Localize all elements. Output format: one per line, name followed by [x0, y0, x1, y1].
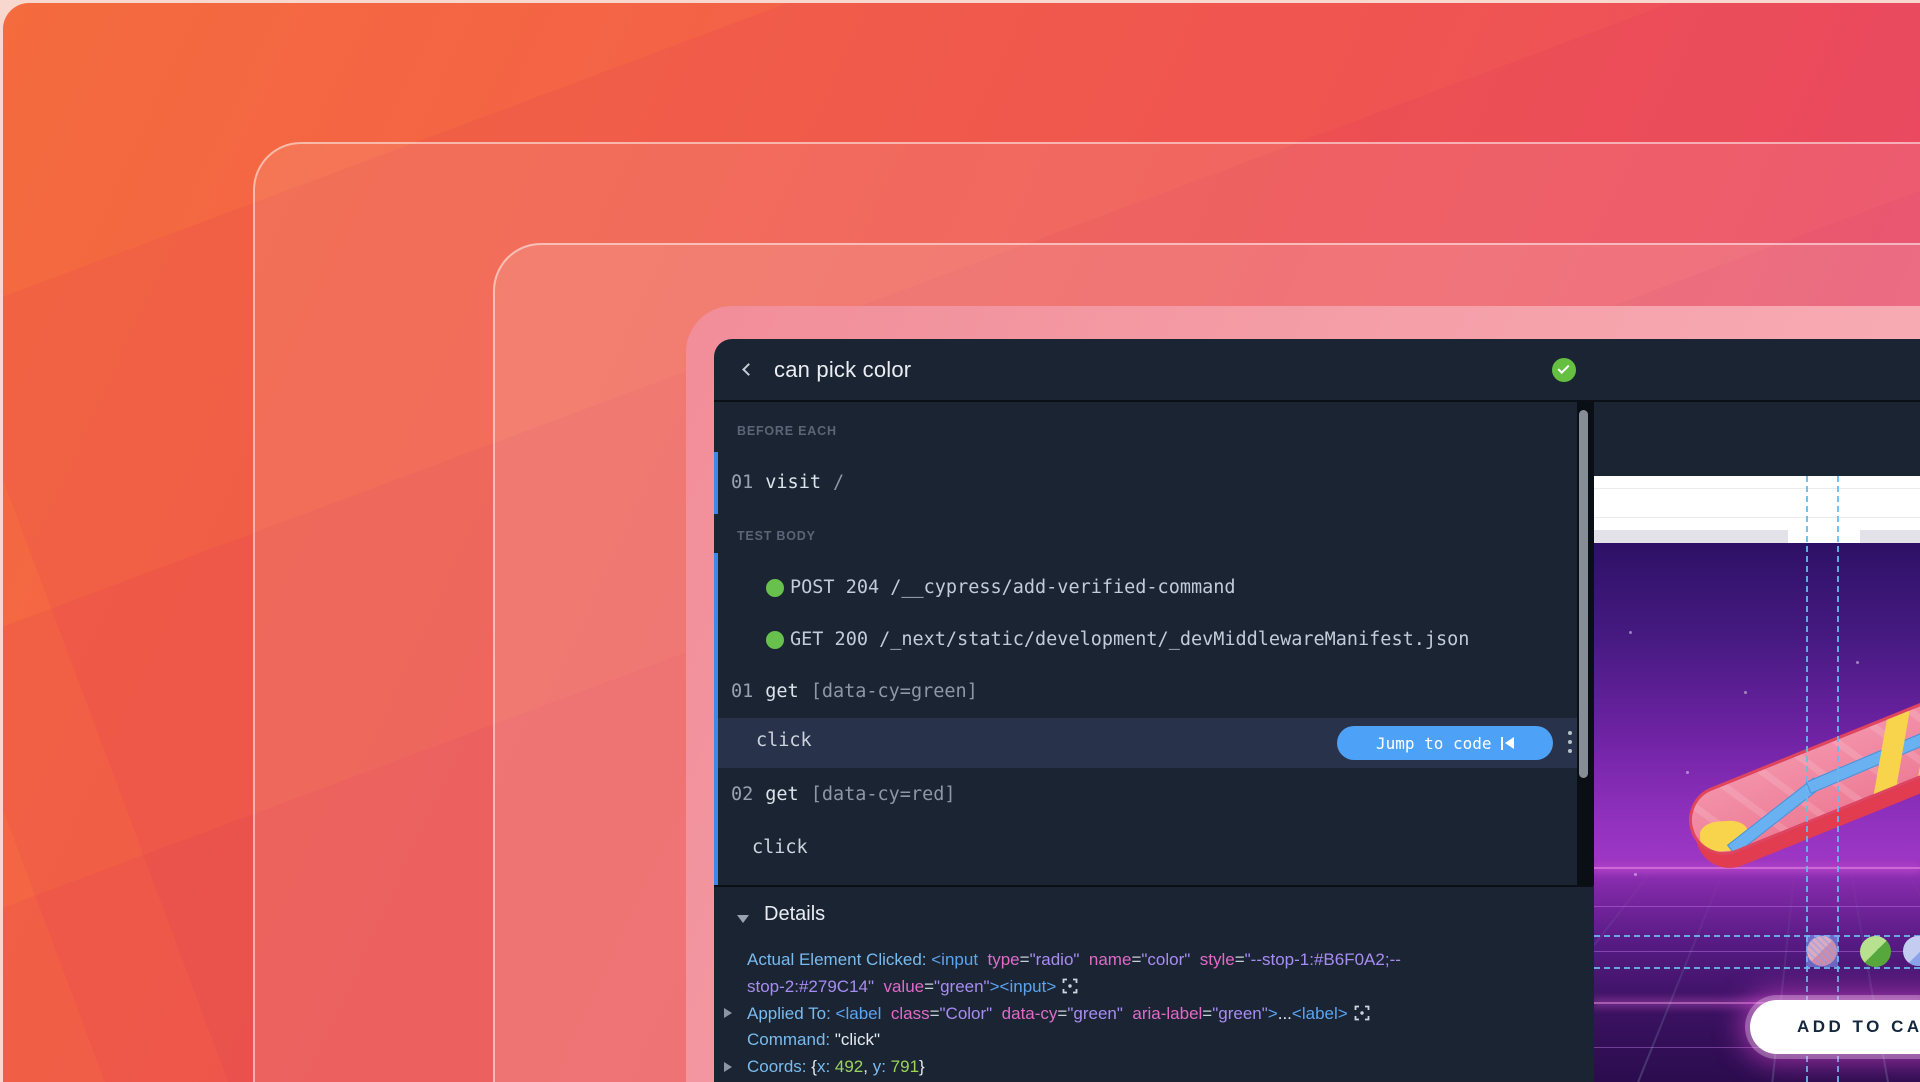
xhr-success-dot-icon: [766, 631, 784, 649]
hook-label-before-each: BEFORE EACH: [737, 424, 837, 438]
hook-label-test-body: TEST BODY: [737, 529, 816, 543]
test-title: can pick color: [774, 357, 912, 382]
xhr-row-post[interactable]: POST 204 /__cypress/add-verified-command: [714, 575, 1577, 601]
app-header-line: [1594, 517, 1920, 518]
detail-coords[interactable]: Coords: {x: 492, y: 791}: [747, 1054, 1401, 1081]
back-button[interactable]: [742, 363, 755, 377]
scrollbar-thumb[interactable]: [1579, 410, 1588, 778]
target-icon[interactable]: [1062, 978, 1078, 994]
expand-triangle-icon[interactable]: [724, 1062, 732, 1072]
detail-applied-to[interactable]: Applied To: <label class="Color" data-cy…: [747, 1001, 1401, 1028]
selector-guide-horizontal: [1594, 967, 1920, 969]
command-click-green-row[interactable]: click Jump to code: [718, 718, 1577, 768]
command-get-green[interactable]: 01 get [data-cy=green]: [731, 679, 978, 705]
command-click-label: click: [756, 730, 812, 751]
expand-triangle-icon[interactable]: [724, 1008, 732, 1018]
app-header-line: [1594, 488, 1920, 489]
details-title: Details: [764, 903, 826, 925]
command-visit[interactable]: 01 visit /: [731, 470, 844, 496]
selector-guide-vertical: [1837, 476, 1839, 1082]
test-header: can pick color: [714, 339, 1920, 402]
detail-actual-element: Actual Element Clicked: <input type="rad…: [747, 950, 1401, 969]
xhr-success-dot-icon: [766, 579, 784, 597]
app-preview: ADD TO CA: [1594, 476, 1920, 1082]
jump-to-code-icon: [1500, 736, 1515, 750]
app-subheader: [1594, 530, 1920, 543]
color-swatch-green-selected[interactable]: [1807, 936, 1837, 966]
check-icon: [1557, 361, 1570, 375]
hook-border: [714, 452, 718, 514]
collapse-triangle-icon[interactable]: [737, 915, 749, 923]
command-click-red[interactable]: click: [752, 835, 808, 861]
add-to-cart-button[interactable]: ADD TO CA: [1750, 1000, 1920, 1054]
details-pane: Details Actual Element Clicked: <input t…: [714, 885, 1593, 1082]
details-code: Actual Element Clicked: <input type="rad…: [747, 947, 1401, 1081]
screenshot-stage: can pick color BEFORE EACH 01 visit / TEST…: [0, 0, 1920, 1082]
detail-actual-element-wrap: stop-2:#279C14" value="green"><input>: [747, 974, 1401, 1001]
cypress-runner-panel: can pick color BEFORE EACH 01 visit / TEST…: [714, 339, 1920, 1082]
color-swatch-green[interactable]: [1860, 936, 1891, 967]
detail-command: Command: "click": [747, 1030, 880, 1050]
target-icon[interactable]: [1354, 1005, 1370, 1021]
grid-horizon: [1594, 867, 1920, 869]
xhr-row-get[interactable]: GET 200 /_next/static/development/_devMi…: [714, 627, 1577, 653]
selector-guide-vertical: [1806, 476, 1808, 1082]
chevron-left-icon: [742, 363, 755, 376]
kebab-menu-icon[interactable]: [1564, 728, 1576, 758]
command-get-red[interactable]: 02 get [data-cy=red]: [731, 782, 956, 808]
scrollbar-track: [1577, 402, 1594, 885]
jump-to-code-button[interactable]: Jump to code: [1337, 726, 1553, 760]
test-passed-badge: [1552, 358, 1576, 382]
command-log: BEFORE EACH 01 visit / TEST BODY POST 204 …: [714, 402, 1577, 885]
